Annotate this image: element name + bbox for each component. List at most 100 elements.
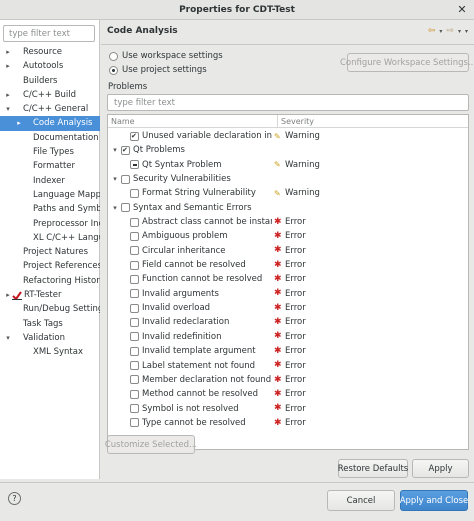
problem-checkbox[interactable] <box>130 131 139 141</box>
severity-cell[interactable]: ✱ Error <box>274 287 306 301</box>
severity-cell[interactable]: ✱ Error <box>274 359 306 373</box>
configure-workspace-button[interactable]: Configure Workspace Settings... <box>340 53 474 72</box>
problem-checkbox[interactable] <box>121 203 130 213</box>
expanded-arrow-icon[interactable]: ▾ <box>4 102 12 116</box>
problem-row[interactable]: Circular inheritance ✱ Error <box>108 244 468 258</box>
problem-checkbox[interactable] <box>130 361 139 370</box>
view-menu-icon[interactable]: ▾ <box>465 28 468 35</box>
radio-project-settings[interactable]: Use project settings <box>109 65 207 75</box>
collapsed-arrow-icon[interactable]: ▸ <box>4 45 12 59</box>
severity-cell[interactable]: ✱ Error <box>274 301 306 315</box>
problem-row[interactable]: Invalid overload ✱ Error <box>108 301 468 315</box>
column-severity-header[interactable]: Severity <box>277 115 314 128</box>
collapsed-arrow-icon[interactable]: ▸ <box>4 288 12 302</box>
problem-checkbox[interactable] <box>130 188 139 198</box>
problem-row[interactable]: Invalid redefinition ✱ Error <box>108 330 468 344</box>
tree-item[interactable]: Language Mappings <box>0 188 100 202</box>
problem-row[interactable]: Field cannot be resolved ✱ Error <box>108 258 468 272</box>
problem-checkbox[interactable] <box>130 246 139 256</box>
problem-row[interactable]: Symbol is not resolved ✱ Error <box>108 402 468 416</box>
severity-cell[interactable]: ✱ Error <box>274 258 306 272</box>
problem-row[interactable]: Invalid arguments ✱ Error <box>108 287 468 301</box>
problem-checkbox[interactable] <box>130 418 139 428</box>
tree-item[interactable]: ▸ C/C++ Build <box>0 88 100 102</box>
problem-checkbox[interactable] <box>130 231 139 241</box>
tree-item[interactable]: Refactoring History <box>0 274 100 288</box>
severity-cell[interactable]: ✎ Warning <box>274 158 320 172</box>
problem-checkbox[interactable] <box>130 303 139 313</box>
severity-cell[interactable]: ✱ Error <box>274 244 306 258</box>
left-filter-input[interactable] <box>3 25 95 42</box>
problem-row[interactable]: Format String Vulnerability ✎ Warning <box>108 186 468 200</box>
problem-checkbox[interactable] <box>121 145 130 155</box>
tree-item[interactable]: ▸ Code Analysis <box>0 116 100 131</box>
severity-cell[interactable]: ✎ Warning <box>274 186 320 200</box>
severity-cell[interactable]: ✱ Error <box>274 272 306 286</box>
help-icon[interactable]: ? <box>8 492 21 505</box>
back-dropdown-icon[interactable]: ▾ <box>439 28 442 35</box>
problem-group-row[interactable]: ▾ Security Vulnerabilities <box>108 172 468 186</box>
tree-item[interactable]: Documentation <box>0 131 100 145</box>
problem-checkbox[interactable] <box>121 174 130 184</box>
tree-item[interactable]: ▸ Autotools <box>0 59 100 73</box>
severity-cell[interactable]: ✱ Error <box>274 315 306 329</box>
collapsed-arrow-icon[interactable]: ▸ <box>15 116 23 130</box>
tree-item[interactable]: Project Natures <box>0 245 100 259</box>
cancel-button[interactable]: Cancel <box>327 490 395 511</box>
tree-item[interactable]: File Types <box>0 145 100 159</box>
severity-cell[interactable]: ✱ Error <box>274 373 306 387</box>
radio-workspace-settings[interactable]: Use workspace settings <box>109 51 223 61</box>
expanded-arrow-icon[interactable]: ▾ <box>4 331 12 345</box>
problem-group-row[interactable]: ▾ Syntax and Semantic Errors <box>108 201 468 215</box>
tree-item[interactable]: Task Tags <box>0 317 100 331</box>
tree-item[interactable]: ▾ C/C++ General <box>0 102 100 116</box>
problem-checkbox[interactable] <box>130 260 139 270</box>
back-arrow-icon[interactable]: ⇦ <box>428 26 436 36</box>
problem-checkbox[interactable] <box>130 346 139 356</box>
problem-checkbox[interactable] <box>130 289 139 299</box>
apply-and-close-button[interactable]: Apply and Close <box>400 490 468 511</box>
tree-item[interactable]: XML Syntax <box>0 345 100 359</box>
column-name-header[interactable]: Name <box>111 115 135 128</box>
severity-cell[interactable]: ✱ Error <box>274 344 306 358</box>
problem-checkbox[interactable] <box>130 217 139 227</box>
problems-filter-input[interactable] <box>107 94 469 111</box>
problem-row[interactable]: Abstract class cannot be instantiated✱Er… <box>108 215 468 229</box>
collapsed-arrow-icon[interactable]: ▸ <box>4 88 12 102</box>
forward-arrow-icon[interactable]: ⇨ <box>446 26 454 36</box>
restore-defaults-button[interactable]: Restore Defaults <box>338 459 408 478</box>
tree-item[interactable]: ▸ Resource <box>0 45 100 59</box>
problem-row[interactable]: Type cannot be resolved ✱ Error <box>108 416 468 430</box>
tree-item[interactable]: ▾ Validation <box>0 331 100 345</box>
problem-row[interactable]: Invalid template argument ✱ Error <box>108 344 468 358</box>
severity-cell[interactable]: ✱ Error <box>274 330 306 344</box>
problem-row[interactable]: Method cannot be resolved ✱ Error <box>108 387 468 401</box>
tree-item[interactable]: Builders <box>0 74 100 88</box>
customize-selected-button[interactable]: Customize Selected... <box>105 435 197 454</box>
tree-item[interactable]: XL C/C++ Language Options <box>0 231 100 245</box>
severity-cell[interactable]: ✱ Error <box>274 402 306 416</box>
problem-row[interactable]: Function cannot be resolved ✱ Error <box>108 272 468 286</box>
forward-dropdown-icon[interactable]: ▾ <box>458 28 461 35</box>
tree-item[interactable]: Paths and Symbols <box>0 202 100 216</box>
problem-checkbox[interactable] <box>130 274 139 284</box>
expanded-arrow-icon[interactable]: ▾ <box>111 172 119 186</box>
problem-checkbox[interactable] <box>130 389 139 399</box>
tree-item[interactable]: Run/Debug Settings <box>0 302 100 316</box>
tree-item[interactable]: ▸ RT-Tester <box>0 288 100 302</box>
severity-cell[interactable]: ✱ Error <box>274 215 306 229</box>
expanded-arrow-icon[interactable]: ▾ <box>111 143 119 157</box>
severity-cell[interactable]: ✎ Warning <box>274 129 320 143</box>
collapsed-arrow-icon[interactable]: ▸ <box>4 59 12 73</box>
problem-row[interactable]: Qt Syntax Problem ✎ Warning <box>108 158 468 172</box>
expanded-arrow-icon[interactable]: ▾ <box>111 201 119 215</box>
problem-checkbox[interactable] <box>130 332 139 342</box>
problem-row[interactable]: Ambiguous problem ✱ Error <box>108 229 468 243</box>
severity-cell[interactable]: ✱ Error <box>274 387 306 401</box>
problem-row[interactable]: Label statement not found ✱ Error <box>108 359 468 373</box>
radio-workspace-circle[interactable] <box>109 51 118 61</box>
problem-row[interactable]: Unused variable declaration in file scop… <box>108 129 468 143</box>
tree-item[interactable]: Project References <box>0 259 100 273</box>
radio-project-circle[interactable] <box>109 65 118 75</box>
problem-row[interactable]: Member declaration not found ✱ Error <box>108 373 468 387</box>
